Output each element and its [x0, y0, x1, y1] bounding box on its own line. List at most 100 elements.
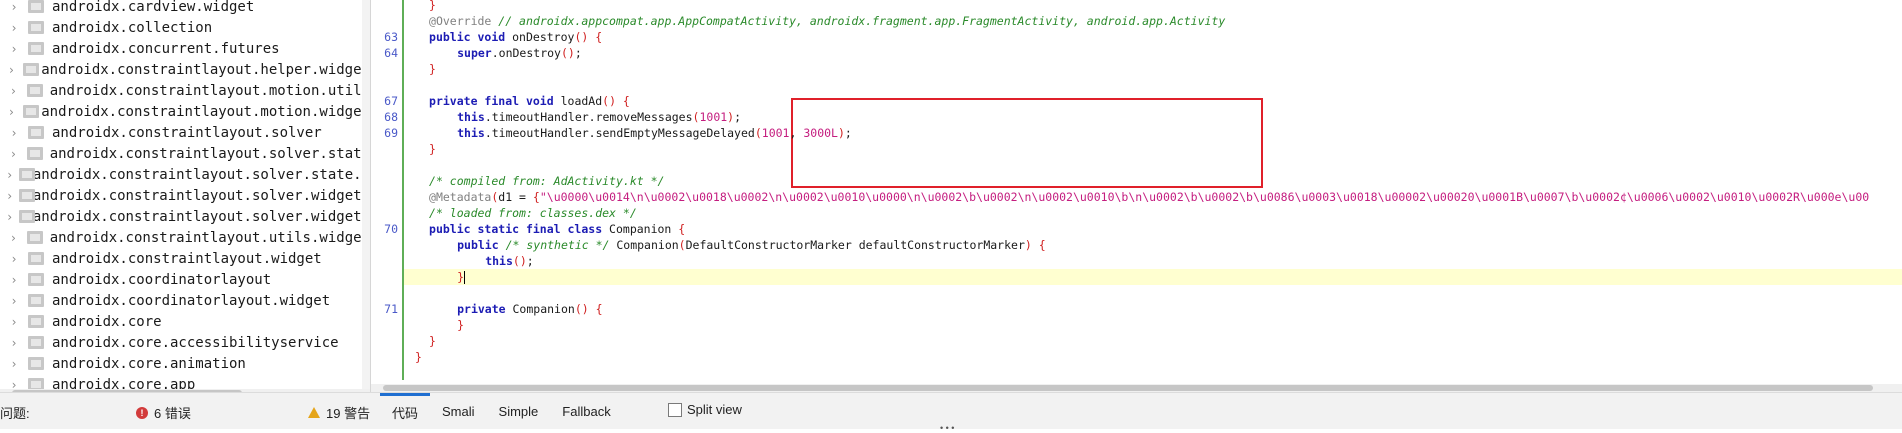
tree-item-label: androidx.collection — [52, 19, 213, 36]
code-line[interactable]: } — [415, 349, 422, 365]
tree-item[interactable]: › androidx.coordinatorlayout — [0, 269, 370, 290]
code-line[interactable]: public /* synthetic */ Companion(Default… — [457, 237, 1046, 253]
chevron-right-icon[interactable]: › — [6, 0, 22, 14]
chevron-right-icon[interactable]: › — [6, 294, 22, 308]
code-token: ; — [734, 110, 742, 124]
tree-item[interactable]: › androidx.constraintlayout.solver.state — [0, 143, 370, 164]
code-line[interactable]: this(); — [485, 253, 534, 269]
chevron-right-icon[interactable]: › — [6, 336, 22, 350]
resize-handle[interactable]: • • • — [940, 423, 954, 433]
tree-item[interactable]: › androidx.core.accessibilityservice — [0, 332, 370, 353]
tree-item[interactable]: › androidx.constraintlayout.widget — [0, 248, 370, 269]
code-editor[interactable]: } @Override // androidx.appcompat.app.App… — [371, 0, 1902, 392]
code-token: 3000L — [803, 126, 838, 140]
code-token: ) — [837, 126, 845, 140]
code-token: } — [429, 142, 436, 156]
tree-item[interactable]: › androidx.constraintlayout.motion.widget — [0, 101, 370, 122]
tab-fallback[interactable]: Fallback — [550, 393, 622, 429]
code-token: @Metadata — [429, 190, 492, 204]
warnings-indicator[interactable]: 19 警告 — [308, 403, 370, 422]
split-view-checkbox[interactable] — [668, 402, 682, 417]
chevron-right-icon[interactable]: › — [6, 42, 22, 56]
line-number: 63 — [384, 30, 398, 44]
tree-item[interactable]: › androidx.constraintlayout.motion.utils — [0, 80, 370, 101]
tree-item-label: androidx.constraintlayout.helper.widget — [41, 61, 370, 78]
package-icon — [28, 357, 44, 370]
code-token: ; — [574, 46, 582, 60]
tree-item[interactable]: › androidx.core.animation — [0, 353, 370, 374]
code-token: () { — [602, 94, 630, 108]
line-number: 68 — [384, 110, 398, 124]
tree-item[interactable]: › androidx.concurrent.futures — [0, 38, 370, 59]
tree-item[interactable]: › androidx.constraintlayout.solver — [0, 122, 370, 143]
code-line[interactable]: public void onDestroy() { — [429, 29, 602, 45]
code-token: public void — [429, 30, 513, 44]
package-icon — [19, 168, 35, 181]
tree-item[interactable]: › androidx.constraintlayout.solver.widget… — [0, 185, 370, 206]
tree-item[interactable]: › androidx.constraintlayout.solver.state.… — [0, 164, 370, 185]
split-view-label: Split view — [687, 402, 742, 417]
chevron-right-icon[interactable]: › — [6, 252, 22, 266]
tree-vertical-scrollbar[interactable] — [362, 0, 370, 389]
code-line[interactable]: super.onDestroy(); — [457, 45, 582, 61]
code-line[interactable]: @Metadata(d1 = {"\u0000\u0014\n\u0002\u0… — [429, 189, 1869, 205]
code-line[interactable]: } — [429, 61, 436, 77]
tree-item[interactable]: › androidx.coordinatorlayout.widget — [0, 290, 370, 311]
tree-item[interactable]: › androidx.core — [0, 311, 370, 332]
tree-item[interactable]: › androidx.cardview.widget — [0, 0, 370, 17]
chevron-right-icon[interactable]: › — [6, 126, 22, 140]
tree-item[interactable]: › androidx.constraintlayout.solver.widget… — [0, 206, 370, 227]
tab-simple[interactable]: Simple — [487, 393, 551, 429]
errors-count: 6 错误 — [154, 406, 191, 421]
code-line[interactable]: private final void loadAd() { — [429, 93, 630, 109]
code-line[interactable]: } — [457, 317, 464, 333]
chevron-right-icon[interactable]: › — [6, 21, 22, 35]
tree-item[interactable]: › androidx.collection — [0, 17, 370, 38]
code-token: } — [457, 270, 465, 284]
line-number: 67 — [384, 94, 398, 108]
code-line[interactable]: } — [429, 141, 436, 157]
editor-horizontal-scrollbar[interactable] — [371, 384, 1902, 392]
code-token: } — [429, 62, 436, 76]
tree-item-label: androidx.core — [52, 313, 162, 330]
code-line[interactable]: } — [457, 269, 466, 285]
chevron-right-icon[interactable]: › — [6, 231, 21, 245]
editor-scroll-thumb[interactable] — [383, 385, 1873, 391]
tree-item-label: androidx.constraintlayout.motion.utils — [49, 82, 370, 99]
code-token: DefaultConstructorMarker defaultConstruc… — [685, 238, 1025, 252]
chevron-right-icon[interactable]: › — [6, 315, 22, 329]
tab-smali[interactable]: Smali — [430, 393, 487, 429]
package-tree[interactable]: › androidx.cardview.widget › androidx.colle… — [0, 0, 371, 392]
code-line[interactable]: /* compiled from: AdActivity.kt */ — [429, 173, 664, 189]
tab-代码[interactable]: 代码 — [380, 393, 431, 429]
code-line[interactable]: } — [429, 333, 436, 349]
tree-item[interactable]: › androidx.constraintlayout.utils.widget — [0, 227, 370, 248]
chevron-right-icon[interactable]: › — [6, 189, 13, 203]
tree-item-label: androidx.constraintlayout.widget — [52, 250, 322, 267]
chevron-right-icon[interactable]: › — [6, 105, 17, 119]
chevron-right-icon[interactable]: › — [6, 210, 13, 224]
chevron-right-icon[interactable]: › — [6, 63, 17, 77]
tree-item-label: androidx.core.animation — [52, 355, 246, 372]
code-token: @Override — [429, 14, 499, 28]
code-line[interactable]: private Companion() { — [457, 301, 602, 317]
chevron-right-icon[interactable]: › — [6, 273, 22, 287]
code-line[interactable]: public static final class Companion { — [429, 221, 685, 237]
package-icon — [19, 210, 35, 223]
chevron-right-icon[interactable]: › — [6, 84, 21, 98]
code-token: () — [512, 254, 527, 268]
chevron-right-icon[interactable]: › — [6, 168, 13, 182]
code-line[interactable]: } — [429, 0, 436, 13]
code-line[interactable]: /* loaded from: classes.dex */ — [429, 205, 637, 221]
tree-item-label: androidx.coordinatorlayout — [52, 271, 272, 288]
code-token: ; — [844, 126, 852, 140]
code-line[interactable]: this.timeoutHandler.sendEmptyMessageDela… — [457, 125, 852, 141]
split-view-toggle[interactable]: Split view — [668, 402, 742, 417]
chevron-right-icon[interactable]: › — [6, 357, 22, 371]
errors-indicator[interactable]: ! 6 错误 — [136, 403, 191, 422]
package-icon — [22, 63, 39, 76]
code-line[interactable]: @Override // androidx.appcompat.app.AppC… — [429, 13, 1225, 29]
tree-item[interactable]: › androidx.constraintlayout.helper.widget — [0, 59, 370, 80]
chevron-right-icon[interactable]: › — [6, 147, 21, 161]
code-line[interactable]: this.timeoutHandler.removeMessages(1001)… — [457, 109, 741, 125]
